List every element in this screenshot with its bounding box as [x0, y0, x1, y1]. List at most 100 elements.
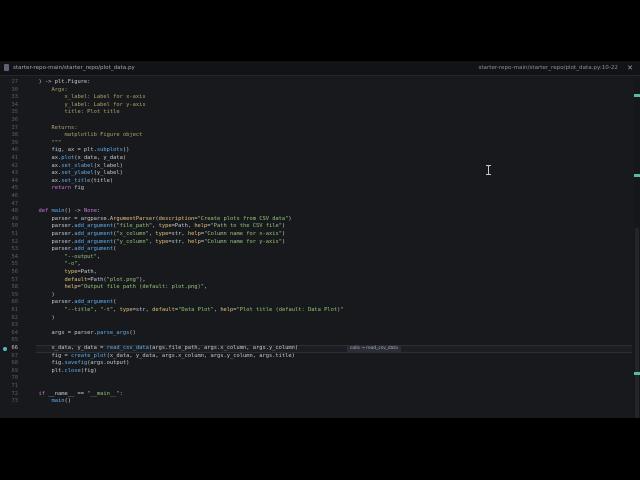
code-editor[interactable]: 27) -> plt.Figure: 30 Args: 33 x_label: La…	[0, 76, 640, 418]
line-number: 59	[11, 291, 19, 298]
code-line[interactable]: 67 fig = create_plot(x_data, y_data, arg…	[0, 353, 632, 361]
code-token: =str,	[168, 238, 188, 245]
code-line[interactable]: 41 ax.plot(x_data, y_data)	[0, 155, 632, 163]
code-line[interactable]: 62 )	[0, 315, 632, 323]
code-line[interactable]: 34 y_label: Label for y-axis	[0, 102, 632, 110]
code-line[interactable]: 55 "-o",	[0, 261, 632, 269]
code-token: help	[187, 238, 201, 245]
code-line[interactable]: 46	[0, 193, 632, 201]
code-token: read_csv_data	[106, 345, 149, 351]
code-line[interactable]: 38 matplotlib Figure object	[0, 132, 632, 140]
code-token: =str,	[168, 231, 188, 237]
code-token: ax.	[38, 170, 62, 177]
code-token: )	[281, 223, 286, 230]
code-text: type=Path,	[39, 269, 96, 277]
line-number: 64	[11, 329, 19, 336]
line-number: 72	[11, 390, 19, 397]
code-token: (y_label)	[93, 170, 123, 177]
line-number: 49	[11, 215, 19, 222]
code-line[interactable]: 36	[0, 117, 632, 125]
scrollbar-thumb[interactable]	[635, 228, 639, 418]
line-number: 57	[11, 276, 19, 283]
code-text: """	[39, 140, 61, 148]
code-text: )	[39, 315, 54, 323]
code-text: matplotlib Figure object	[38, 132, 143, 140]
line-number: 69	[11, 367, 19, 374]
code-line[interactable]: 50 parser.add_argument("file_path", type…	[0, 223, 632, 231]
code-line[interactable]: 44 ax.set_title(title)	[0, 178, 632, 186]
code-token: args = parser.	[38, 329, 97, 336]
code-line[interactable]: 42 ax.set_xlabel(x_label)	[0, 163, 632, 171]
line-number: 61	[11, 307, 19, 313]
code-line[interactable]: 70	[0, 375, 632, 383]
code-line[interactable]: 45 return fig	[0, 185, 632, 193]
code-line[interactable]: 61 "--title", "-t", type=str, default="D…	[0, 307, 632, 315]
code-token: return	[51, 185, 71, 192]
code-line[interactable]: 65	[0, 337, 632, 345]
code-token: (args.file_path, args.x_column, args.y_c…	[148, 345, 299, 351]
code-token: type	[155, 238, 169, 245]
code-line[interactable]: 64 args = parser.parse_args()	[0, 330, 632, 338]
code-line[interactable]: 73 main()	[0, 398, 632, 406]
line-number: 41	[11, 155, 19, 161]
code-line[interactable]: 69 plt.close(fig)	[0, 368, 632, 376]
code-token: (title)	[90, 177, 114, 184]
code-line[interactable]: 40 fig, ax = plt.subplots()	[0, 147, 632, 155]
code-token: ax.	[38, 155, 62, 161]
code-token: fig.	[38, 360, 65, 367]
code-line[interactable]: 71	[0, 383, 632, 391]
code-line[interactable]: 47	[0, 201, 632, 209]
close-icon[interactable]: ✕	[626, 64, 634, 72]
line-number: 44	[11, 177, 19, 184]
line-number: 47	[11, 200, 19, 207]
code-line[interactable]: 72 if __name__ == "__main__":	[0, 391, 632, 399]
code-token: fig =	[38, 352, 71, 359]
code-token: (args.output)	[87, 360, 130, 367]
code-text: ax.plot(x_data, y_data)	[38, 155, 126, 163]
code-token: matplotlib Figure object	[38, 132, 143, 139]
code-token: "Column name for y-axis"	[204, 238, 282, 245]
code-line[interactable]: 51 parser.add_argument("x_column", type=…	[0, 231, 632, 239]
code-line[interactable]: 68 fig.savefig(args.output)	[0, 360, 632, 368]
code-token: ()	[64, 398, 71, 405]
code-line[interactable]: 27) -> plt.Figure:	[0, 79, 632, 87]
code-line[interactable]: 54 "--output",	[0, 254, 632, 262]
code-token: "x_column"	[116, 231, 149, 237]
code-token: parser.	[38, 238, 75, 245]
code-line[interactable]: 48 def main() -> None:	[0, 208, 632, 216]
code-line[interactable]: 60 parser.add_argument(	[0, 299, 632, 307]
code-token: main	[51, 398, 65, 405]
line-number: 62	[11, 314, 19, 321]
code-line[interactable]: 33 x_label: Label for x-axis	[0, 94, 632, 102]
code-line[interactable]: 53 parser.add_argument(	[0, 246, 632, 254]
code-token: :	[96, 208, 101, 215]
tab-file-title[interactable]: starter-repo-main/starter_repo/plot_data…	[13, 63, 135, 73]
code-text: ax.set_ylabel(y_label)	[38, 170, 123, 178]
inline-hint-badge[interactable]: calls → read_csv_data	[347, 346, 401, 352]
code-line[interactable]: 49 parser = argparse.ArgumentParser(desc…	[0, 216, 632, 224]
code-line[interactable]: 52 parser.add_argument("y_column", type=…	[0, 239, 632, 247]
code-line[interactable]: 59 )	[0, 292, 632, 300]
code-line[interactable]: 43 ax.set_ylabel(y_label)	[0, 170, 632, 178]
code-line[interactable]: 39 """	[0, 140, 632, 148]
code-line[interactable]: 58 help="Output file path (default: plot…	[0, 284, 632, 292]
code-line[interactable]: 63	[0, 322, 632, 330]
code-line-current[interactable]: 66 x_data, y_data = read_csv_data(args.f…	[0, 345, 632, 353]
code-line[interactable]: 35 title: Plot title	[0, 109, 632, 117]
code-line[interactable]: 30 Args:	[0, 87, 632, 95]
code-line[interactable]: 56 type=Path,	[0, 269, 632, 277]
code-line[interactable]: 57 default=Path("plot.png"),	[0, 277, 632, 285]
line-number: 68	[11, 360, 19, 367]
code-token: None	[83, 208, 97, 215]
code-text: "--title", "-t", type=str, default="Data…	[39, 307, 343, 315]
code-token: subplots	[96, 147, 123, 154]
code-text: return fig	[39, 185, 83, 193]
code-line[interactable]: 37 Returns:	[0, 125, 632, 133]
code-text: Returns:	[39, 125, 77, 133]
tab-bar: starter-repo-main/starter_repo/plot_data…	[0, 61, 640, 76]
code-token: ArgumentParser	[109, 215, 156, 222]
code-token: description	[158, 215, 195, 222]
vertical-scrollbar[interactable]	[634, 76, 640, 418]
scrollbar-marker	[634, 174, 640, 177]
